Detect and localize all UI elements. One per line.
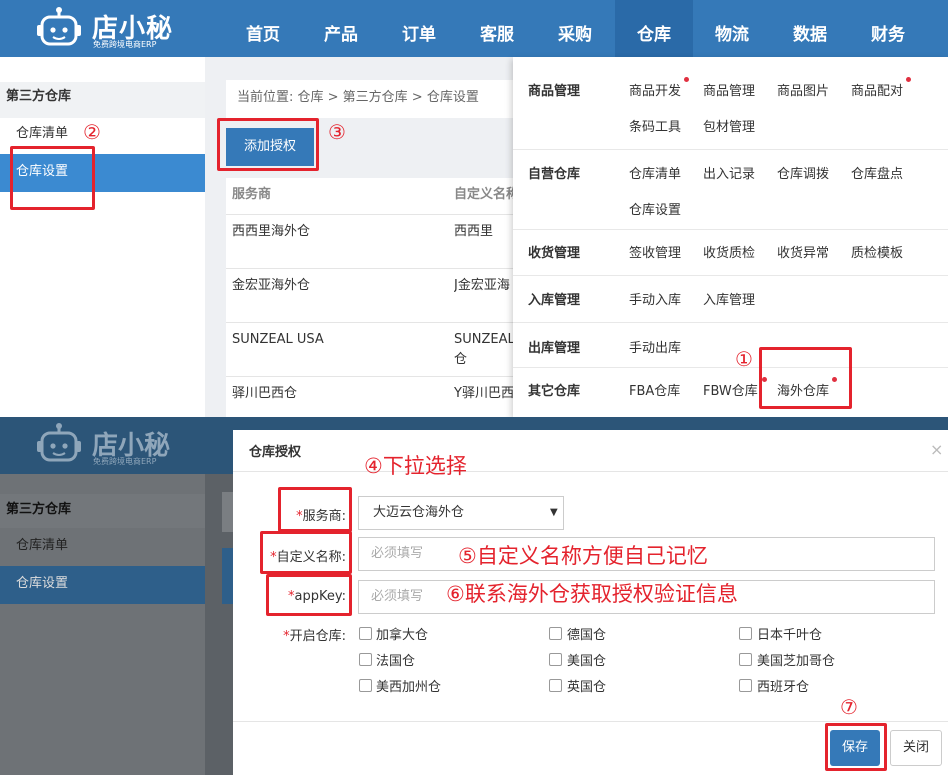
table-cell: Y驿川巴西 — [454, 386, 513, 401]
annotation-box — [260, 531, 352, 574]
menu-group-inbound: 入库管理 — [528, 293, 581, 308]
menu-item[interactable]: 仓库调拨 — [777, 163, 829, 182]
provider-select[interactable]: 大迈云仓海外仓 — [358, 496, 564, 530]
table-cell: J金宏亚海 — [454, 278, 510, 293]
menu-group-product: 商品管理 — [528, 84, 581, 99]
annotation-box — [266, 574, 352, 616]
table-cell: SUNZEAL — [454, 332, 513, 347]
warehouse-checkbox[interactable] — [549, 653, 562, 666]
menu-group-outbound: 出库管理 — [528, 341, 581, 356]
annotation-step-4: ④下拉选择 — [364, 454, 467, 478]
menu-item[interactable]: 入库管理 — [703, 289, 755, 308]
table-cell: 西西里海外仓 — [232, 224, 311, 239]
menu-item[interactable]: FBA仓库 — [629, 380, 680, 399]
warehouse-checkbox[interactable] — [549, 679, 562, 692]
menu-item[interactable]: 收货异常 — [777, 242, 829, 261]
menu-group-receiving: 收货管理 — [528, 246, 581, 261]
menu-item[interactable]: 仓库盘点 — [851, 163, 903, 182]
close-button[interactable]: 关闭 — [890, 730, 942, 766]
menu-group-other-warehouse: 其它仓库 — [528, 384, 581, 399]
modal-footer-divider — [233, 721, 948, 722]
nav-orders[interactable]: 订单 — [380, 0, 458, 57]
warehouse-option-label: 法国仓 — [376, 654, 416, 669]
warehouse-checkbox[interactable] — [359, 679, 372, 692]
warehouse-option-label: 美国芝加哥仓 — [757, 654, 836, 669]
nav-finance[interactable]: 财务 — [849, 0, 927, 57]
menu-item[interactable]: 条码工具 — [629, 116, 681, 135]
warehouse-option-label: 英国仓 — [567, 680, 607, 695]
menu-item[interactable]: FBW仓库 — [703, 380, 758, 399]
menu-item[interactable]: 收货质检 — [703, 242, 755, 261]
menu-item[interactable]: 商品开发 — [629, 80, 681, 99]
table-cell: 驿川巴西仓 — [232, 386, 298, 401]
new-badge-icon — [906, 77, 911, 82]
robot-logo-icon — [37, 423, 81, 462]
menu-item[interactable]: 签收管理 — [629, 242, 681, 261]
menu-item[interactable]: 手动入库 — [629, 289, 681, 308]
table-header-custom-name: 自定义名称 — [454, 187, 513, 202]
sidebar-section-title: 第三方仓库 — [0, 494, 205, 528]
brand-tagline-dimmed: 免费跨境电商ERP — [93, 457, 157, 466]
menu-item[interactable]: 手动出库 — [629, 337, 681, 356]
menu-item[interactable]: 出入记录 — [703, 163, 755, 182]
nav-service[interactable]: 客服 — [458, 0, 536, 57]
nav-logistics[interactable]: 物流 — [693, 0, 771, 57]
warehouse-option-label: 日本千叶仓 — [757, 628, 823, 643]
warehouse-checkbox[interactable] — [739, 653, 752, 666]
annotation-box — [217, 118, 319, 171]
warehouse-option-label: 美国仓 — [567, 654, 607, 669]
robot-logo-icon — [37, 7, 81, 46]
new-badge-icon — [684, 77, 689, 82]
warehouses-label: *开启仓库: — [283, 629, 346, 644]
menu-item[interactable]: 仓库设置 — [629, 199, 681, 218]
nav-warehouse[interactable]: 仓库 — [615, 0, 693, 57]
table-header-provider: 服务商 — [232, 187, 272, 202]
sidebar-item-warehouse-settings[interactable]: 仓库设置 — [0, 566, 205, 604]
warehouse-dropdown-menu — [513, 57, 948, 417]
annotation-step-2: ② — [83, 120, 101, 144]
annotation-box — [278, 487, 352, 532]
breadcrumb: 当前位置: 仓库 > 第三方仓库 > 仓库设置 — [226, 80, 513, 118]
menu-item[interactable]: 仓库清单 — [629, 163, 681, 182]
menu-item[interactable]: 商品管理 — [703, 80, 755, 99]
table-cell: 仓 — [454, 352, 468, 367]
annotation-step-3: ③ — [328, 120, 346, 144]
menu-item[interactable]: 商品图片 — [777, 80, 829, 99]
sidebar-section-title: 第三方仓库 — [0, 82, 205, 118]
nav-purchase[interactable]: 采购 — [536, 0, 614, 57]
table-cell: SUNZEAL USA — [232, 332, 324, 347]
warehouse-checkbox[interactable] — [359, 653, 372, 666]
warehouse-checkbox[interactable] — [739, 627, 752, 640]
warehouse-option-label: 美西加州仓 — [376, 680, 442, 695]
modal-title: 仓库授权 — [249, 445, 302, 460]
annotation-box — [759, 347, 852, 409]
menu-item[interactable]: 质检模板 — [851, 242, 903, 261]
modal-header — [233, 430, 948, 472]
menu-group-own-warehouse: 自营仓库 — [528, 167, 581, 182]
warehouse-option-label: 西班牙仓 — [757, 680, 810, 695]
annotation-step-7: ⑦ — [840, 695, 858, 719]
table-cell: 金宏亚海外仓 — [232, 278, 311, 293]
annotation-step-5: ⑤自定义名称方便自己记忆 — [458, 544, 708, 568]
nav-home[interactable]: 首页 — [224, 0, 302, 57]
warehouse-option-label: 德国仓 — [567, 628, 607, 643]
nav-products[interactable]: 产品 — [302, 0, 380, 57]
warehouse-option-label: 加拿大仓 — [376, 628, 429, 643]
warehouse-checkbox[interactable] — [359, 627, 372, 640]
menu-item[interactable]: 商品配对 — [851, 80, 903, 99]
chevron-down-icon: ▼ — [550, 507, 558, 518]
annotation-step-1: ① — [735, 347, 753, 371]
table-cell: 西西里 — [454, 224, 494, 239]
annotation-step-6: ⑥联系海外仓获取授权验证信息 — [446, 582, 738, 606]
warehouse-checkbox[interactable] — [549, 627, 562, 640]
annotation-box — [10, 146, 95, 210]
warehouse-checkbox[interactable] — [739, 679, 752, 692]
menu-item[interactable]: 包材管理 — [703, 116, 755, 135]
sidebar-item-warehouse-list[interactable]: 仓库清单 — [0, 528, 205, 566]
nav-data[interactable]: 数据 — [771, 0, 849, 57]
annotation-box — [825, 723, 887, 771]
close-icon[interactable]: × — [930, 440, 943, 459]
brand-tagline: 免费跨境电商ERP — [93, 40, 157, 49]
